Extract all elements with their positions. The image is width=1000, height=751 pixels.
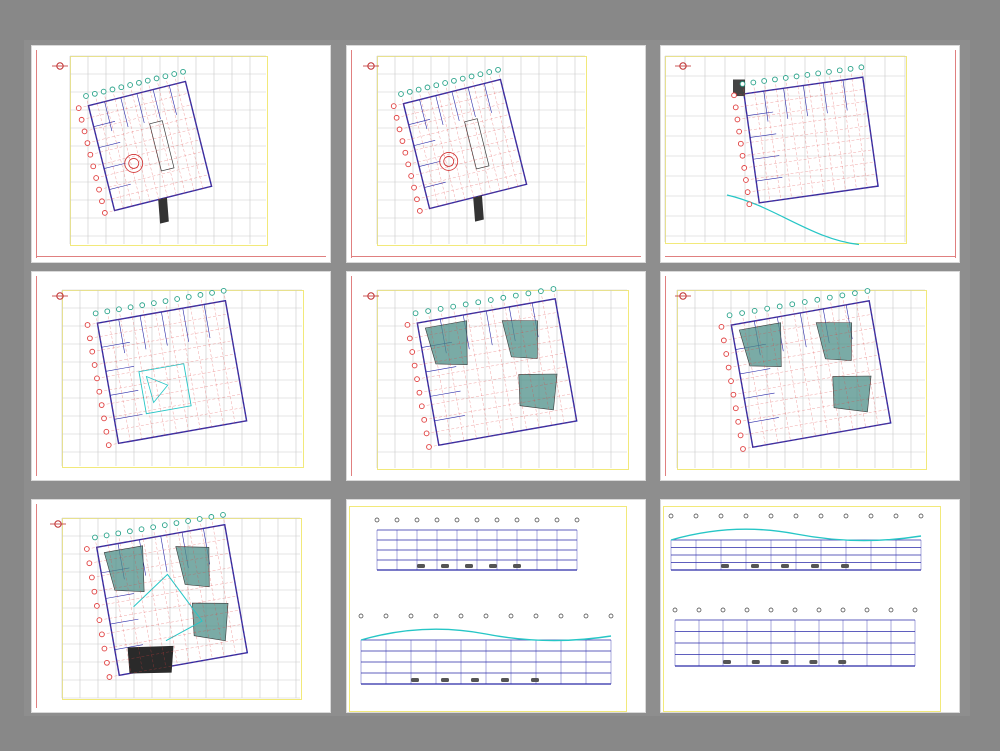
roof-panel [175,546,210,588]
cad-drawing [52,287,302,466]
section-axis-bubbles [672,607,918,613]
north-marker [52,292,68,300]
building-section [668,513,924,571]
building-plan [416,297,578,447]
section-axis-bubbles [374,517,580,523]
partitions [746,79,848,182]
entry-ramp [158,197,169,224]
building-plan [95,523,249,677]
north-marker [50,520,66,528]
sheet-basement-2-plan[interactable] [346,45,646,263]
roof-panel-dark [127,645,174,674]
north-marker [675,62,691,70]
roof-panel [103,545,145,593]
ramp-circle [124,154,144,173]
grid [664,55,906,242]
roof-panel [518,373,558,411]
roof-panel [192,602,229,642]
building-outline [402,78,528,210]
building-plan [726,76,879,246]
site-road [726,194,860,246]
sheet-second-floor-plan[interactable] [660,271,960,481]
building-section [672,607,918,667]
sheet-site-plan[interactable] [660,45,960,263]
sheet-sections-a[interactable] [346,499,646,713]
roof-canopy [670,528,922,542]
section-axis-bubbles [668,513,924,519]
sheet-basement-plan[interactable] [31,45,331,263]
sheet-ground-floor-plan[interactable] [31,271,331,481]
roof-panel [424,320,468,365]
roof-panel [738,322,782,367]
cad-drawing [358,517,614,685]
section-axis-bubbles [358,613,614,619]
cad-drawing [363,55,585,244]
north-marker [363,292,379,300]
sheet-roof-plan[interactable] [31,499,331,713]
entry-ramp [473,195,484,222]
cad-drawing [664,55,906,246]
building-section [374,517,580,571]
north-marker [363,62,379,70]
parking-core [464,118,490,170]
sheet-first-floor-plan[interactable] [346,271,646,481]
building-plan [730,299,892,449]
cad-drawing [52,55,266,244]
cad-drawing [675,288,925,468]
roof-panel [815,322,853,361]
cad-drawing [668,513,924,667]
roof-canopy [360,628,612,642]
roof-panel [832,375,872,413]
sheet-sections-b[interactable] [660,499,960,713]
drawing-canvas [24,40,970,716]
roof-panel [501,320,539,359]
cad-drawing [50,512,300,699]
building-outline [730,299,892,449]
axis-bubbles [84,287,247,448]
north-marker [675,292,691,300]
north-marker [52,62,68,70]
cad-drawing [363,286,627,468]
building-outline [416,297,578,447]
building-section [358,613,614,685]
